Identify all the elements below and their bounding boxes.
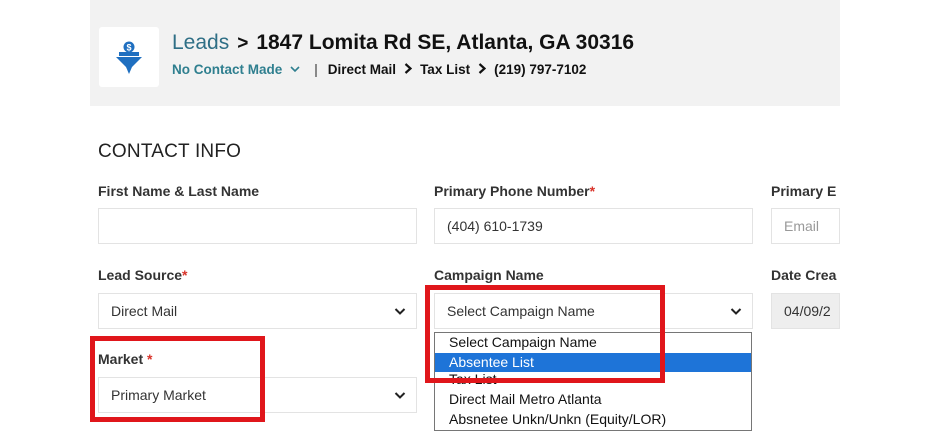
date-created-input: 04/09/2 — [771, 293, 840, 329]
lead-address-title: 1847 Lomita Rd SE, Atlanta, GA 30316 — [256, 31, 635, 54]
chevron-down-icon — [394, 387, 406, 406]
campaign-option-highlighted[interactable]: Absentee List — [435, 352, 751, 372]
lead-source-tag: Direct Mail — [327, 62, 397, 77]
meta-divider: | — [314, 62, 318, 77]
lead-meta-bar: No Contact Made | Direct Mail Tax List (… — [172, 62, 586, 77]
breadcrumb-separator: > — [237, 33, 249, 54]
campaign-option[interactable]: Direct Mail Metro Atlanta — [435, 390, 751, 410]
breadcrumb: Leads > 1847 Lomita Rd SE, Atlanta, GA 3… — [172, 31, 634, 55]
lead-source-value: Direct Mail — [111, 303, 178, 319]
email-label: Primary E — [771, 183, 837, 199]
chevron-down-icon — [730, 303, 742, 322]
chevron-down-icon — [394, 303, 406, 322]
chevron-down-icon[interactable] — [290, 64, 300, 76]
funnel-dollar-icon: $ — [116, 41, 142, 74]
campaign-select[interactable]: Select Campaign Name — [434, 293, 753, 329]
lead-source-select[interactable]: Direct Mail — [98, 293, 417, 329]
market-value: Primary Market — [111, 387, 206, 403]
market-select[interactable]: Primary Market — [98, 377, 417, 413]
lead-phone[interactable]: (219) 797-7102 — [494, 62, 586, 77]
section-title: CONTACT INFO — [98, 141, 242, 162]
leads-logo: $ — [99, 27, 159, 87]
breadcrumb-leads-link[interactable]: Leads — [172, 31, 229, 55]
name-input[interactable] — [98, 208, 417, 244]
date-created-label: Date Crea — [771, 267, 837, 283]
campaign-option[interactable]: Tax List — [435, 372, 751, 390]
status-dropdown[interactable]: No Contact Made — [172, 62, 282, 77]
chevron-right-icon — [478, 62, 487, 77]
campaign-label: Campaign Name — [434, 267, 544, 283]
phone-label: Primary Phone Number* — [434, 183, 596, 199]
campaign-option[interactable]: Absnetee Unkn/Unkn (Equity/LOR) — [435, 410, 751, 430]
email-input[interactable]: Email — [771, 208, 840, 244]
market-label: Market * — [98, 351, 153, 367]
chevron-right-icon — [404, 62, 413, 77]
campaign-option[interactable]: Select Campaign Name — [435, 333, 751, 353]
svg-text:$: $ — [126, 42, 131, 52]
lead-list-tag: Tax List — [420, 62, 471, 77]
campaign-value: Select Campaign Name — [447, 303, 595, 319]
lead-source-label: Lead Source* — [98, 267, 188, 283]
name-label: First Name & Last Name — [98, 183, 260, 199]
phone-input[interactable]: (404) 610-1739 — [434, 208, 753, 244]
campaign-options-list[interactable]: Select Campaign Name Absentee List Tax L… — [434, 332, 752, 431]
